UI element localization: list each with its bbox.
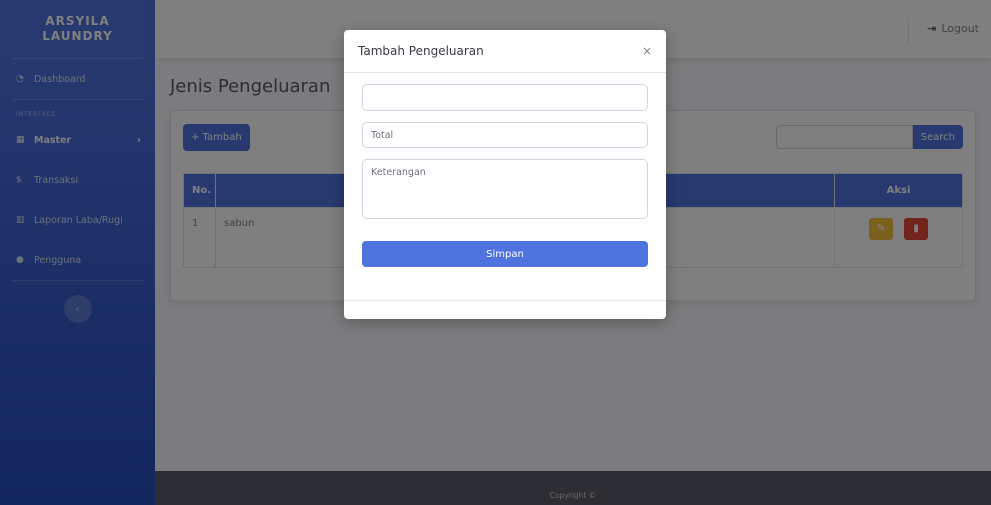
modal-header: Tambah Pengeluaran × bbox=[344, 30, 666, 73]
name-input[interactable] bbox=[362, 84, 648, 111]
save-button[interactable]: Simpan bbox=[362, 241, 648, 267]
add-expense-modal: Tambah Pengeluaran × Simpan bbox=[344, 30, 666, 319]
total-input[interactable] bbox=[362, 122, 648, 148]
modal-title: Tambah Pengeluaran bbox=[358, 44, 484, 58]
close-button[interactable]: × bbox=[642, 44, 652, 58]
modal-footer-divider bbox=[344, 300, 666, 301]
keterangan-textarea[interactable] bbox=[362, 159, 648, 219]
